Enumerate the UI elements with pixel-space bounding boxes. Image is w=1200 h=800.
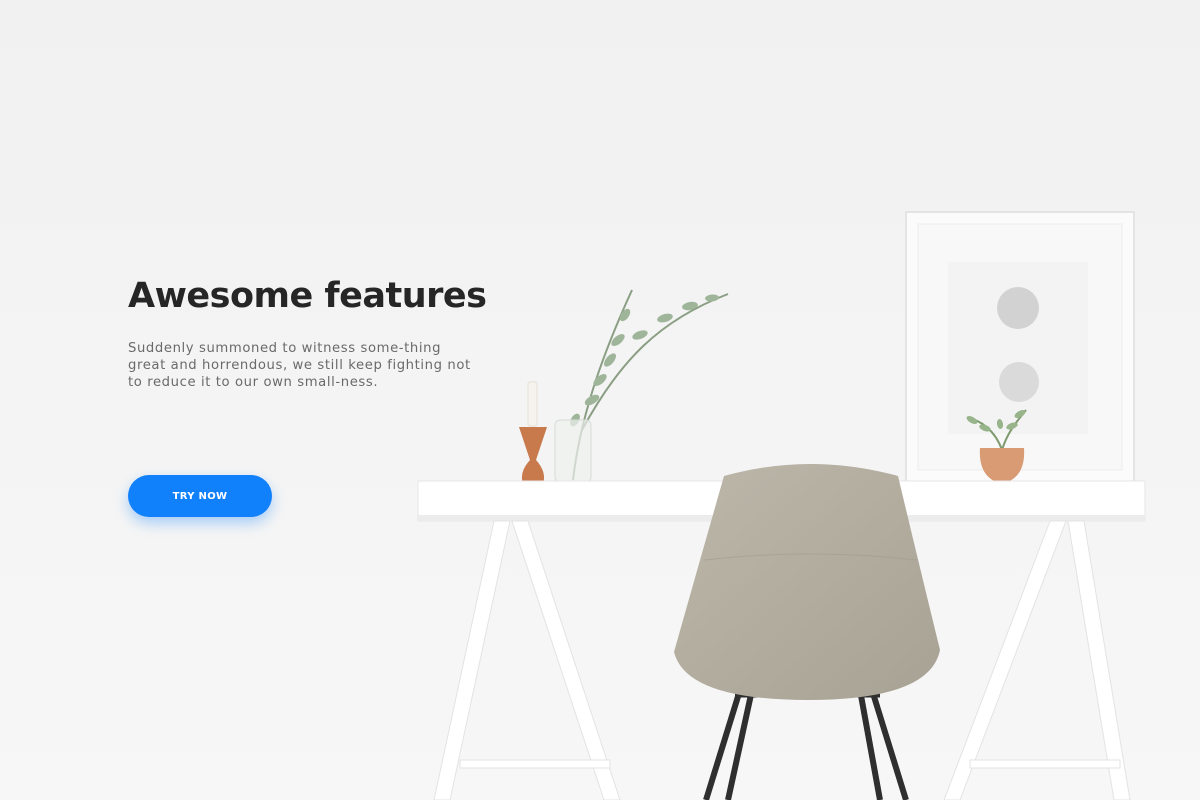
page-title: Awesome features (128, 276, 487, 316)
picture-frame (905, 211, 1135, 483)
try-now-button[interactable]: TRY NOW (128, 475, 272, 517)
hero-description: Suddenly summoned to witness some-thing … (128, 341, 471, 390)
hero-background-illustration (0, 0, 1200, 800)
